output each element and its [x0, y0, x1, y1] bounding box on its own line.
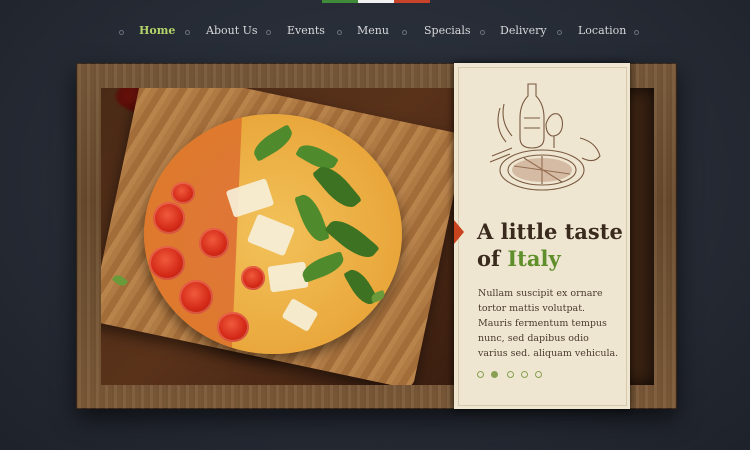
italian-flag-strip [322, 0, 430, 3]
slider-dot[interactable] [535, 371, 542, 378]
pizza-photo [101, 88, 454, 385]
nav-item-location[interactable]: Location [578, 18, 626, 44]
nav-bullet-icon [337, 30, 342, 35]
nav-bullet-icon [119, 30, 124, 35]
slider-dot-active[interactable] [491, 371, 498, 378]
slider-dot[interactable] [477, 371, 484, 378]
slider-dot[interactable] [521, 371, 528, 378]
slider-dot[interactable] [507, 371, 514, 378]
nav-bullet-icon [480, 30, 485, 35]
hero-title-line1: A little taste [477, 219, 623, 244]
nav-item-events[interactable]: Events [287, 18, 325, 44]
tomato-slice [171, 182, 195, 204]
tomato-slice [153, 202, 185, 234]
tomato-slice [179, 280, 213, 314]
hero-title: A little taste of Italy [477, 218, 627, 272]
tomato-slice [217, 312, 249, 342]
nav-bullet-icon [402, 30, 407, 35]
main-navigation: Home About Us Events Menu Specials Deliv… [0, 18, 750, 44]
nav-bullet-icon [185, 30, 190, 35]
nav-bullet-icon [266, 30, 271, 35]
hero-title-prefix: of [477, 246, 508, 271]
hero-description: Nullam suscipit ex ornare tortor mattis … [478, 288, 619, 359]
flag-white [358, 0, 394, 3]
nav-item-menu[interactable]: Menu [357, 18, 389, 44]
nav-item-home[interactable]: Home [139, 18, 175, 44]
tomato-slice [199, 228, 229, 258]
flag-green [322, 0, 358, 3]
nav-item-about-us[interactable]: About Us [206, 18, 258, 44]
wine-and-pizza-sketch [489, 83, 601, 191]
hero-title-highlight: Italy [507, 246, 561, 271]
nav-item-specials[interactable]: Specials [424, 18, 471, 44]
flag-red [394, 0, 430, 3]
red-arrow-marker [454, 220, 464, 244]
nav-bullet-icon [634, 30, 639, 35]
nav-item-delivery[interactable]: Delivery [500, 18, 547, 44]
tomato-slice [241, 266, 265, 290]
nav-bullet-icon [557, 30, 562, 35]
tomato-slice [149, 246, 185, 280]
